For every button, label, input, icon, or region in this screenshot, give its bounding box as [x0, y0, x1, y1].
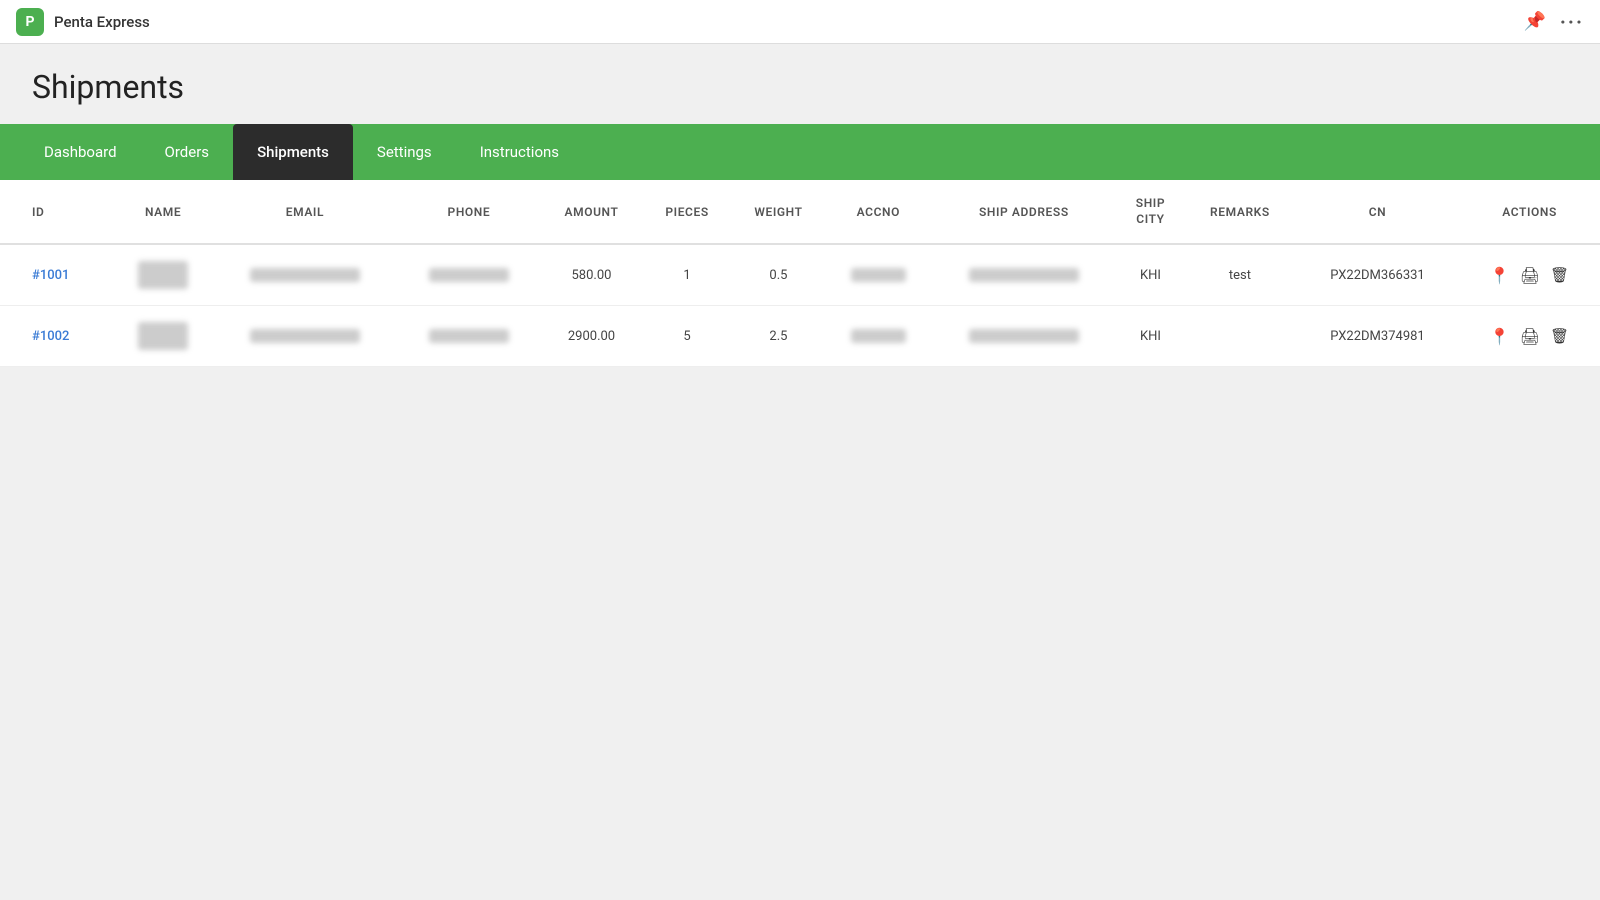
- col-name: NAME: [114, 180, 212, 244]
- location-icon-1001[interactable]: 📍: [1490, 266, 1510, 285]
- cell-actions-1001: 📍 🖨 🗑: [1459, 244, 1600, 306]
- cell-email-1002: [212, 306, 398, 367]
- nav-item-orders[interactable]: Orders: [141, 124, 234, 180]
- col-ship-address: SHIP ADDRESS: [931, 180, 1117, 244]
- col-remarks: REMARKS: [1184, 180, 1296, 244]
- blurred-addr-1002: [969, 329, 1079, 343]
- blurred-name-1002: [138, 322, 188, 350]
- app-icon: P: [16, 8, 44, 36]
- col-ship-city: SHIPCITY: [1117, 180, 1184, 244]
- blurred-email-1001: [250, 268, 360, 282]
- cell-pieces-1001: 1: [643, 244, 731, 306]
- action-icons-1002: 📍 🖨 🗑: [1467, 327, 1592, 346]
- col-accno: ACCNO: [826, 180, 931, 244]
- cell-phone-1002: [398, 306, 540, 367]
- col-email: EMAIL: [212, 180, 398, 244]
- topbar: P Penta Express 📌 ···: [0, 0, 1600, 44]
- location-icon-1002[interactable]: 📍: [1490, 327, 1510, 346]
- cell-phone-1001: [398, 244, 540, 306]
- cell-cn-1002: PX22DM374981: [1296, 306, 1459, 367]
- cell-name-1002: [114, 306, 212, 367]
- blurred-accno-1002: [851, 329, 906, 343]
- col-cn: CN: [1296, 180, 1459, 244]
- cell-remarks-1001: test: [1184, 244, 1296, 306]
- cell-pieces-1002: 5: [643, 306, 731, 367]
- page-title: Shipments: [32, 68, 1568, 106]
- cell-amount-1002: 2900.00: [540, 306, 643, 367]
- blurred-phone-1002: [429, 329, 509, 343]
- shipments-table: ID NAME EMAIL PHONE AMOUNT PIECES WEIGHT…: [0, 180, 1600, 367]
- cell-ship-city-1001: KHI: [1117, 244, 1184, 306]
- cell-amount-1001: 580.00: [540, 244, 643, 306]
- table-row: #1002 2900.00 5 2.5: [0, 306, 1600, 367]
- navbar: Dashboard Orders Shipments Settings Inst…: [0, 124, 1600, 180]
- print-icon-1002[interactable]: 🖨: [1520, 327, 1540, 346]
- col-amount: AMOUNT: [540, 180, 643, 244]
- cell-weight-1001: 0.5: [731, 244, 826, 306]
- cell-remarks-1002: [1184, 306, 1296, 367]
- pin-icon[interactable]: 📌: [1523, 11, 1545, 32]
- delete-icon-1002[interactable]: 🗑: [1550, 327, 1569, 345]
- blurred-accno-1001: [851, 268, 906, 282]
- blurred-addr-1001: [969, 268, 1079, 282]
- cell-name-1001: [114, 244, 212, 306]
- table-row: #1001 580.00 1 0.5: [0, 244, 1600, 306]
- cell-ship-address-1002: [931, 306, 1117, 367]
- cell-weight-1002: 2.5: [731, 306, 826, 367]
- page-title-area: Shipments: [0, 44, 1600, 124]
- nav-item-shipments[interactable]: Shipments: [233, 124, 353, 180]
- topbar-left: P Penta Express: [16, 8, 150, 36]
- more-icon[interactable]: ···: [1560, 10, 1584, 34]
- cell-id-1001: #1001: [0, 244, 114, 306]
- blurred-name-1001: [138, 261, 188, 289]
- delete-icon-1001[interactable]: 🗑: [1550, 266, 1569, 284]
- nav-item-dashboard[interactable]: Dashboard: [20, 124, 141, 180]
- cell-ship-address-1001: [931, 244, 1117, 306]
- col-pieces: PIECES: [643, 180, 731, 244]
- blurred-phone-1001: [429, 268, 509, 282]
- cell-id-1002: #1002: [0, 306, 114, 367]
- col-weight: WEIGHT: [731, 180, 826, 244]
- cell-accno-1001: [826, 244, 931, 306]
- table-header-row: ID NAME EMAIL PHONE AMOUNT PIECES WEIGHT…: [0, 180, 1600, 244]
- nav-item-settings[interactable]: Settings: [353, 124, 456, 180]
- cell-accno-1002: [826, 306, 931, 367]
- table-container: ID NAME EMAIL PHONE AMOUNT PIECES WEIGHT…: [0, 180, 1600, 367]
- print-icon-1001[interactable]: 🖨: [1520, 266, 1540, 285]
- cell-email-1001: [212, 244, 398, 306]
- nav-item-instructions[interactable]: Instructions: [456, 124, 583, 180]
- topbar-right: 📌 ···: [1523, 10, 1584, 34]
- cell-actions-1002: 📍 🖨 🗑: [1459, 306, 1600, 367]
- col-actions: ACTIONS: [1459, 180, 1600, 244]
- col-id: ID: [0, 180, 114, 244]
- blurred-email-1002: [250, 329, 360, 343]
- cell-ship-city-1002: KHI: [1117, 306, 1184, 367]
- cell-cn-1001: PX22DM366331: [1296, 244, 1459, 306]
- app-name: Penta Express: [54, 13, 150, 31]
- action-icons-1001: 📍 🖨 🗑: [1467, 266, 1592, 285]
- col-phone: PHONE: [398, 180, 540, 244]
- content: ID NAME EMAIL PHONE AMOUNT PIECES WEIGHT…: [0, 180, 1600, 367]
